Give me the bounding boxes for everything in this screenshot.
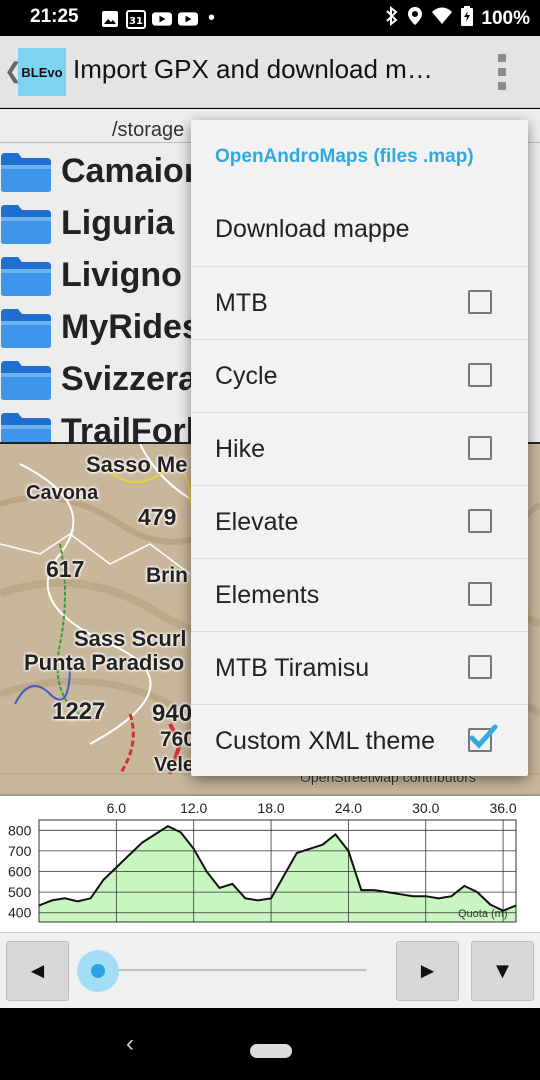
app-logo[interactable]: BLEvo bbox=[18, 48, 66, 96]
calendar-day: 31 bbox=[129, 16, 143, 27]
gallery-icon bbox=[100, 9, 120, 29]
folder-icon bbox=[1, 309, 51, 348]
theme-item[interactable]: Elevate bbox=[191, 485, 528, 558]
position-slider-track[interactable] bbox=[98, 969, 366, 971]
checkbox[interactable] bbox=[468, 436, 492, 460]
theme-list: MTB Cycle Hike Elevate Elements MTB Tiramisu C… bbox=[191, 266, 528, 776]
playback-controls: ◄ ► ▼ bbox=[0, 932, 540, 1008]
theme-label: Cycle bbox=[215, 361, 278, 390]
x-tick-label: 30.0 bbox=[412, 800, 439, 816]
status-bar: 21:25 31 • 100% bbox=[0, 0, 540, 36]
folder-row[interactable]: TrailForks bbox=[0, 405, 224, 444]
position-slider-thumb[interactable] bbox=[77, 950, 119, 992]
theme-popup-menu: OpenAndroMaps (files .map) Download mapp… bbox=[191, 120, 528, 776]
theme-item[interactable]: Cycle bbox=[191, 339, 528, 412]
page-title: Import GPX and download m… bbox=[73, 54, 433, 84]
folder-row[interactable]: MyRides bbox=[0, 301, 224, 353]
map-place-label: Brin bbox=[146, 564, 188, 587]
more-notifications-dot: • bbox=[208, 7, 216, 29]
x-tick-label: 6.0 bbox=[107, 800, 127, 816]
folder-icon bbox=[1, 153, 51, 192]
theme-item[interactable]: Hike bbox=[191, 412, 528, 485]
theme-item[interactable]: MTB Tiramisu bbox=[191, 631, 528, 704]
checkbox[interactable] bbox=[468, 363, 492, 387]
checkbox[interactable] bbox=[468, 509, 492, 533]
notification-icons: 31 • bbox=[100, 7, 215, 30]
y-tick-label: 400 bbox=[8, 905, 32, 921]
y-tick-label: 600 bbox=[8, 864, 32, 880]
dropdown-button[interactable]: ▼ bbox=[471, 941, 534, 1001]
status-time: 21:25 bbox=[30, 6, 79, 27]
x-tick-label: 12.0 bbox=[180, 800, 207, 816]
folder-row[interactable]: Livigno bbox=[0, 249, 224, 301]
folder-name: Liguria bbox=[61, 203, 175, 242]
bluetooth-icon bbox=[385, 5, 399, 32]
map-place-label: 940 bbox=[152, 700, 193, 727]
overflow-menu-icon[interactable] bbox=[494, 54, 510, 90]
battery-percent: 100% bbox=[481, 8, 530, 29]
x-tick-label: 18.0 bbox=[257, 800, 284, 816]
system-icons: 100% bbox=[385, 5, 530, 32]
checkbox[interactable] bbox=[468, 290, 492, 314]
folder-icon bbox=[1, 205, 51, 244]
calendar-icon: 31 bbox=[126, 9, 146, 29]
map-place-label: Sasso Me bbox=[86, 452, 188, 477]
download-maps-label: Download mappe bbox=[215, 215, 410, 243]
theme-item[interactable]: Elements bbox=[191, 558, 528, 631]
checkbox-checked[interactable] bbox=[468, 724, 498, 752]
menu-header: OpenAndroMaps (files .map) bbox=[215, 146, 474, 167]
youtube-icon-2 bbox=[178, 9, 198, 29]
theme-label: MTB Tiramisu bbox=[215, 653, 370, 682]
previous-button[interactable]: ◄ bbox=[6, 941, 69, 1001]
elevation-chart[interactable]: 6.0 12.0 18.0 24.0 30.0 36.0 800 700 600 500 400 Qu… bbox=[0, 794, 540, 932]
battery-icon bbox=[461, 6, 474, 32]
wifi-icon bbox=[431, 7, 453, 31]
theme-label: Elements bbox=[215, 580, 320, 609]
folder-row[interactable]: Liguria bbox=[0, 197, 224, 249]
nav-back-icon[interactable]: ‹ bbox=[126, 1030, 134, 1058]
checkbox[interactable] bbox=[468, 655, 492, 679]
theme-label: Custom XML theme bbox=[215, 726, 435, 755]
x-tick-label: 36.0 bbox=[489, 800, 516, 816]
elevation-chart-svg: 6.0 12.0 18.0 24.0 30.0 36.0 800 700 600 500 400 Qu… bbox=[8, 800, 517, 923]
map-place-label: Sass Scurl bbox=[74, 626, 187, 651]
checkbox[interactable] bbox=[468, 582, 492, 606]
folder-row[interactable]: Camaiore bbox=[0, 145, 224, 197]
folder-list: Camaiore Liguria Livigno MyRides Svizzera Tra… bbox=[0, 145, 224, 444]
folder-icon bbox=[1, 361, 51, 400]
folder-name: Livigno bbox=[61, 255, 182, 294]
y-tick-label: 800 bbox=[8, 822, 32, 838]
download-maps-item[interactable]: Download mappe bbox=[191, 193, 528, 266]
location-icon bbox=[407, 6, 423, 32]
theme-label: Hike bbox=[215, 434, 266, 463]
map-place-label: Punta Paradiso bbox=[24, 650, 185, 675]
map-place-label: 479 bbox=[138, 504, 177, 530]
theme-label: MTB bbox=[215, 288, 268, 317]
map-place-label: 1227 bbox=[52, 698, 106, 725]
y-tick-label: 700 bbox=[8, 843, 32, 859]
map-place-label: Cavona bbox=[26, 482, 99, 504]
system-navigation-bar: ‹ bbox=[0, 1008, 540, 1080]
theme-label: Elevate bbox=[215, 507, 299, 536]
youtube-icon bbox=[152, 9, 172, 29]
next-button[interactable]: ► bbox=[396, 941, 459, 1001]
folder-name: Svizzera bbox=[61, 359, 198, 398]
folder-name: MyRides bbox=[61, 307, 201, 346]
axis-label: Quota (m) bbox=[458, 908, 508, 920]
theme-item[interactable]: Custom XML theme bbox=[191, 704, 528, 776]
nav-home-pill[interactable] bbox=[250, 1044, 292, 1058]
map-place-label: 617 bbox=[46, 556, 85, 582]
theme-item[interactable]: MTB bbox=[191, 266, 528, 339]
app-bar: ❮ BLEvo Import GPX and download m… bbox=[0, 36, 540, 108]
map-place-label: 760 bbox=[160, 728, 196, 751]
folder-icon bbox=[1, 413, 51, 444]
x-tick-label: 24.0 bbox=[335, 800, 362, 816]
checkmark-icon bbox=[469, 724, 498, 749]
folder-icon bbox=[1, 257, 51, 296]
y-tick-label: 500 bbox=[8, 884, 32, 900]
folder-row[interactable]: Svizzera bbox=[0, 353, 224, 405]
